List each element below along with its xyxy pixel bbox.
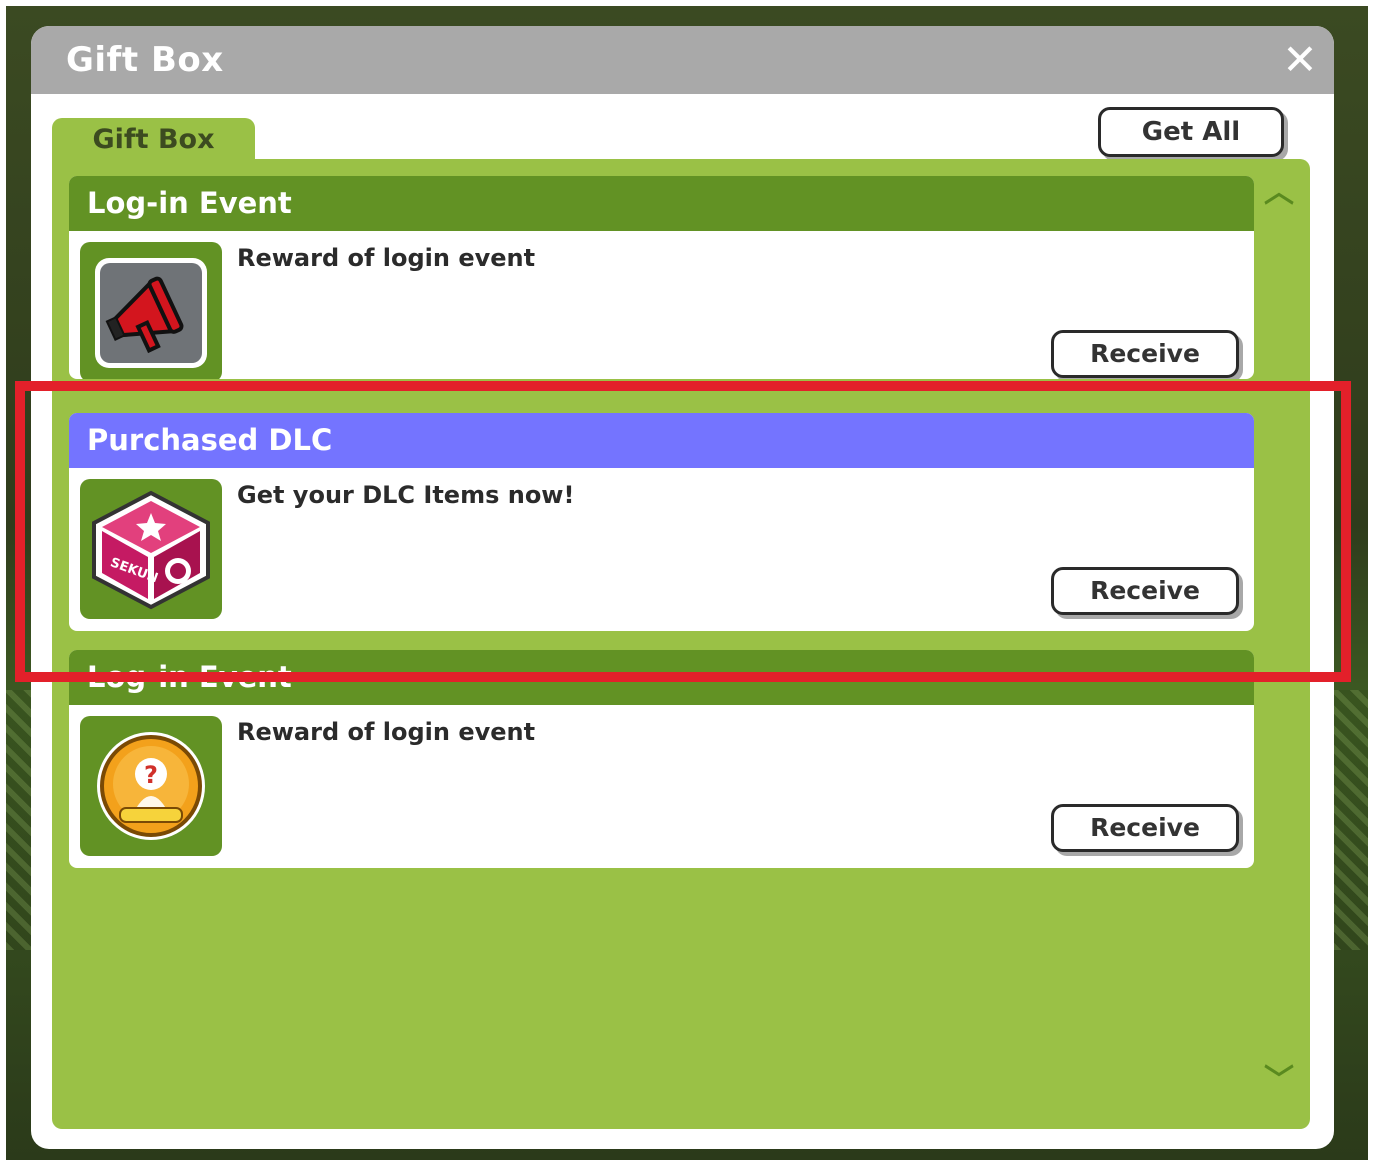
gift-description: Reward of login event	[237, 718, 536, 746]
receive-button[interactable]: Receive	[1051, 330, 1239, 378]
tab-gift-box[interactable]: Gift Box	[52, 118, 255, 162]
tab-label: Gift Box	[92, 124, 215, 155]
question-medal-icon: ?	[97, 732, 205, 840]
dialog-title: Gift Box	[66, 40, 224, 80]
highlight-box	[15, 381, 1351, 682]
gift-title: Log-in Event	[87, 186, 292, 220]
title-bar: Gift Box ✕	[31, 26, 1334, 94]
gift-item-login-event-2: Log-in Event ? Reward of login event Rec…	[69, 650, 1254, 868]
gift-item-login-event-1: Log-in Event Reward of login event Recei…	[69, 176, 1254, 379]
gift-description: Reward of login event	[237, 244, 536, 272]
megaphone-icon	[95, 258, 207, 368]
item-icon-frame	[80, 242, 222, 379]
item-icon-frame: ?	[80, 716, 222, 856]
close-icon[interactable]: ✕	[1276, 36, 1324, 84]
receive-button[interactable]: Receive	[1051, 804, 1239, 852]
get-all-button[interactable]: Get All	[1098, 107, 1284, 157]
chevron-up-icon[interactable]: ︿	[1264, 178, 1294, 208]
gift-header: Log-in Event	[69, 176, 1254, 231]
chevron-down-icon[interactable]: ﹀	[1264, 1066, 1294, 1096]
svg-text:?: ?	[144, 761, 158, 789]
